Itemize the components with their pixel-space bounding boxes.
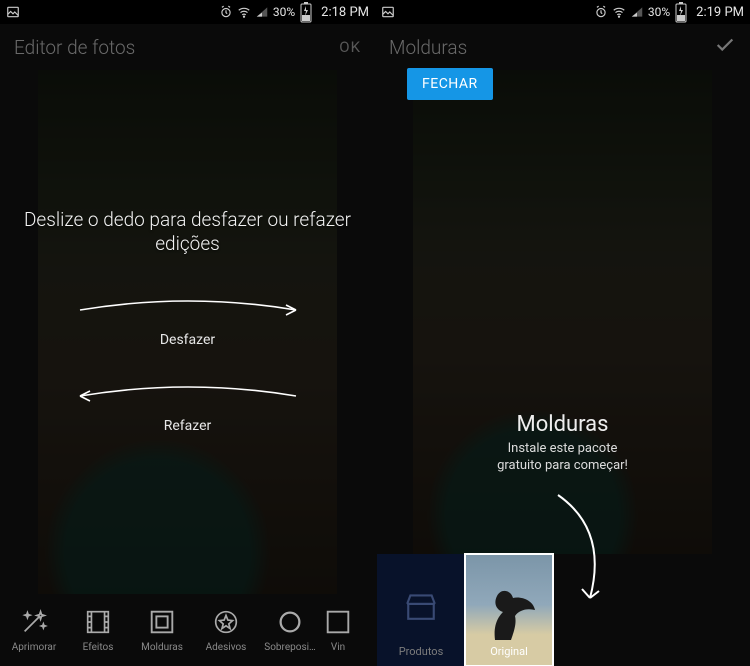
status-bar: 30% 2:19 PM — [375, 0, 750, 24]
swipe-tip-overlay: Deslize o dedo para desfazer ou refazer … — [38, 70, 337, 594]
signal-icon — [255, 5, 269, 19]
screen-photo-editor: 30% 2:18 PM Editor de fotos OK Deslize o… — [0, 0, 375, 666]
circle-icon — [275, 607, 305, 637]
tool-vin[interactable]: Vin — [322, 607, 354, 653]
redo-label: Refazer — [38, 418, 337, 434]
tip-title: Molduras — [413, 412, 712, 437]
battery-percent: 30% — [648, 5, 670, 19]
page-title: Molduras — [389, 36, 467, 59]
tool-label: Adesivos — [206, 642, 247, 653]
tool-strip: Aprimorar Efeitos Molduras Adesivos Sobr… — [0, 594, 375, 666]
signal-icon — [630, 5, 644, 19]
tool-adesivos[interactable]: Adesivos — [194, 607, 258, 653]
close-button[interactable]: FECHAR — [407, 68, 493, 100]
photo-preview — [413, 70, 712, 554]
battery-icon — [299, 5, 313, 19]
status-bar: 30% 2:18 PM — [0, 0, 375, 24]
silhouette-icon — [477, 580, 537, 640]
photo-canvas[interactable]: Molduras Instale este pacote gratuito pa… — [413, 70, 712, 554]
tool-molduras[interactable]: Molduras — [130, 607, 194, 653]
image-icon — [381, 5, 395, 19]
tool-sobreposicao[interactable]: Sobreposi… — [258, 607, 322, 653]
install-pack-tip: Molduras Instale este pacote gratuito pa… — [413, 412, 712, 475]
tool-label: Aprimorar — [12, 642, 56, 653]
thumb-label: Original — [490, 645, 528, 658]
battery-percent: 30% — [273, 5, 295, 19]
clock: 2:18 PM — [321, 5, 369, 20]
wand-icon — [19, 607, 49, 637]
wifi-icon — [612, 5, 626, 19]
undo-label: Desfazer — [38, 332, 337, 348]
wifi-icon — [237, 5, 251, 19]
title-bar: Editor de fotos OK — [0, 24, 375, 70]
tool-aprimorar[interactable]: Aprimorar — [2, 607, 66, 653]
check-icon — [714, 34, 736, 56]
filmstrip-icon — [83, 607, 113, 637]
tip-body-line1: Instale este pacote — [508, 441, 618, 456]
thumb-original[interactable]: Original — [465, 554, 553, 666]
close-button-label: FECHAR — [422, 76, 478, 92]
battery-icon — [674, 5, 688, 19]
tool-label: Efeitos — [83, 642, 114, 653]
frame-icon — [147, 607, 177, 637]
ok-button[interactable]: OK — [339, 38, 361, 56]
alarm-icon — [219, 5, 233, 19]
alarm-icon — [594, 5, 608, 19]
title-bar: Molduras — [375, 24, 750, 70]
tip-headline: Deslize o dedo para desfazer ou refazer … — [8, 208, 367, 256]
redo-arrow-icon — [68, 376, 308, 416]
page-title: Editor de fotos — [14, 36, 135, 59]
tool-label: Molduras — [141, 642, 183, 653]
clock: 2:19 PM — [696, 5, 744, 20]
screen-molduras: 30% 2:19 PM Molduras Molduras Instale es… — [375, 0, 750, 666]
thumb-label: Produtos — [399, 645, 444, 658]
tool-label: Vin — [331, 642, 345, 653]
tool-label: Sobreposi… — [264, 642, 315, 653]
confirm-button[interactable] — [714, 34, 736, 60]
down-arrow-icon — [548, 490, 618, 610]
star-badge-icon — [211, 607, 241, 637]
tip-body-line2: gratuito para começar! — [497, 458, 628, 473]
tool-efeitos[interactable]: Efeitos — [66, 607, 130, 653]
image-icon — [6, 5, 20, 19]
photo-canvas[interactable]: Deslize o dedo para desfazer ou refazer … — [38, 70, 337, 594]
undo-arrow-icon — [68, 290, 308, 330]
vignette-icon — [323, 607, 353, 637]
